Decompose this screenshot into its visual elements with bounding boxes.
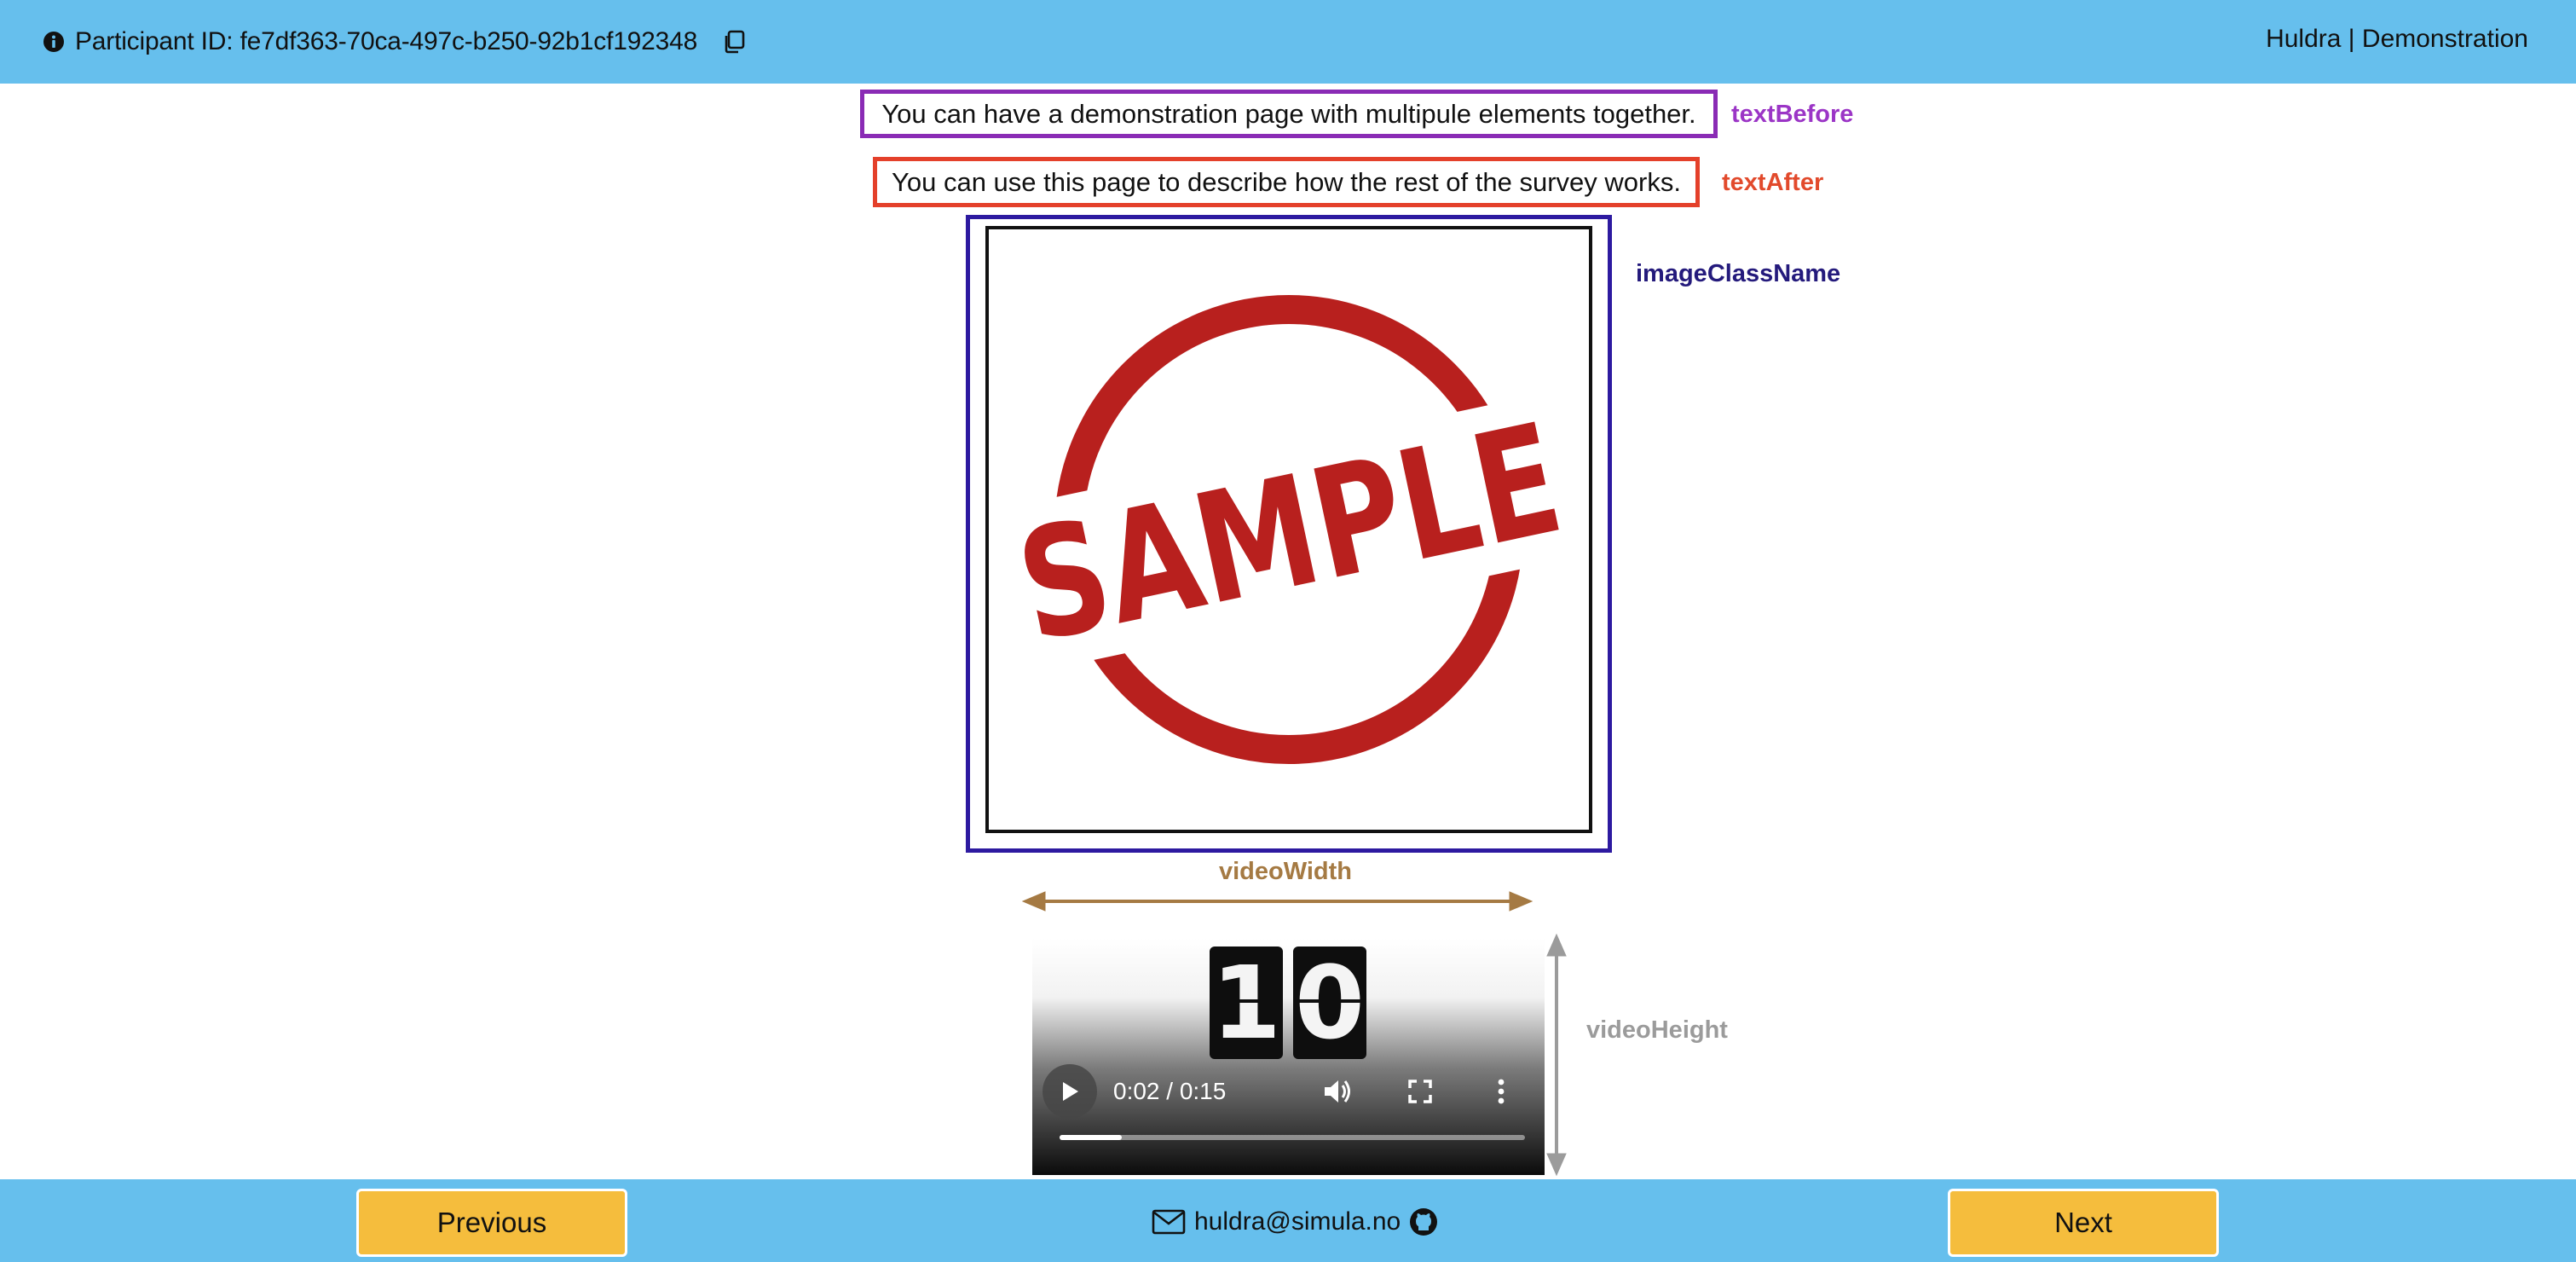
video-width-arrow (1021, 891, 1533, 912)
text-before-annotation: textBefore (1731, 101, 1854, 128)
play-icon (1063, 1082, 1078, 1101)
video-time-display: 0:02 / 0:15 (1113, 1078, 1227, 1104)
play-button[interactable] (1043, 1064, 1097, 1119)
fullscreen-button[interactable] (1405, 1076, 1435, 1107)
text-after-box: You can use this page to describe how th… (873, 157, 1700, 207)
envelope-icon (1152, 1209, 1186, 1235)
video-progress-fill (1060, 1135, 1122, 1140)
countdown-digit-tens: 1 (1210, 944, 1283, 1062)
sample-stamp-graphic: SAMPLE (989, 295, 1589, 764)
video-width-annotation: videoWidth (1219, 858, 1353, 885)
participant-id-text: Participant ID: fe7df363-70ca-497c-b250-… (75, 27, 698, 55)
app-title: Huldra | Demonstration (2266, 25, 2528, 53)
text-after-annotation: textAfter (1722, 169, 1824, 196)
copy-icon (725, 30, 745, 54)
text-before-box: You can have a demonstration page with m… (860, 90, 1718, 138)
more-options-button[interactable] (1493, 1076, 1510, 1107)
countdown-digit-ones: 0 (1293, 944, 1366, 1062)
sample-image: SAMPLE (985, 226, 1592, 833)
volume-button[interactable] (1320, 1074, 1354, 1109)
image-class-annotation: imageClassName (1636, 260, 1841, 287)
github-icon[interactable] (1409, 1207, 1438, 1236)
video-player[interactable]: 1 0 0:02 / 0:15 (1032, 938, 1545, 1175)
top-bar: Participant ID: fe7df363-70ca-497c-b250-… (0, 0, 2576, 84)
next-button[interactable]: Next (1948, 1189, 2219, 1257)
video-progress-bar[interactable] (1060, 1135, 1525, 1140)
contact-section: huldra@simula.no (1152, 1205, 1438, 1239)
participant-id-section: Participant ID: fe7df363-70ca-497c-b250-… (43, 25, 748, 59)
video-height-arrow (1546, 933, 1567, 1177)
copy-participant-id-button[interactable] (719, 27, 748, 56)
info-circle-icon (43, 32, 64, 52)
previous-button[interactable]: Previous (356, 1189, 627, 1257)
video-height-annotation: videoHeight (1586, 1016, 1728, 1044)
fullscreen-icon (1408, 1080, 1432, 1103)
contact-email-link[interactable]: huldra@simula.no (1194, 1207, 1401, 1236)
volume-icon (1325, 1080, 1350, 1103)
more-vert-icon (1498, 1079, 1505, 1104)
